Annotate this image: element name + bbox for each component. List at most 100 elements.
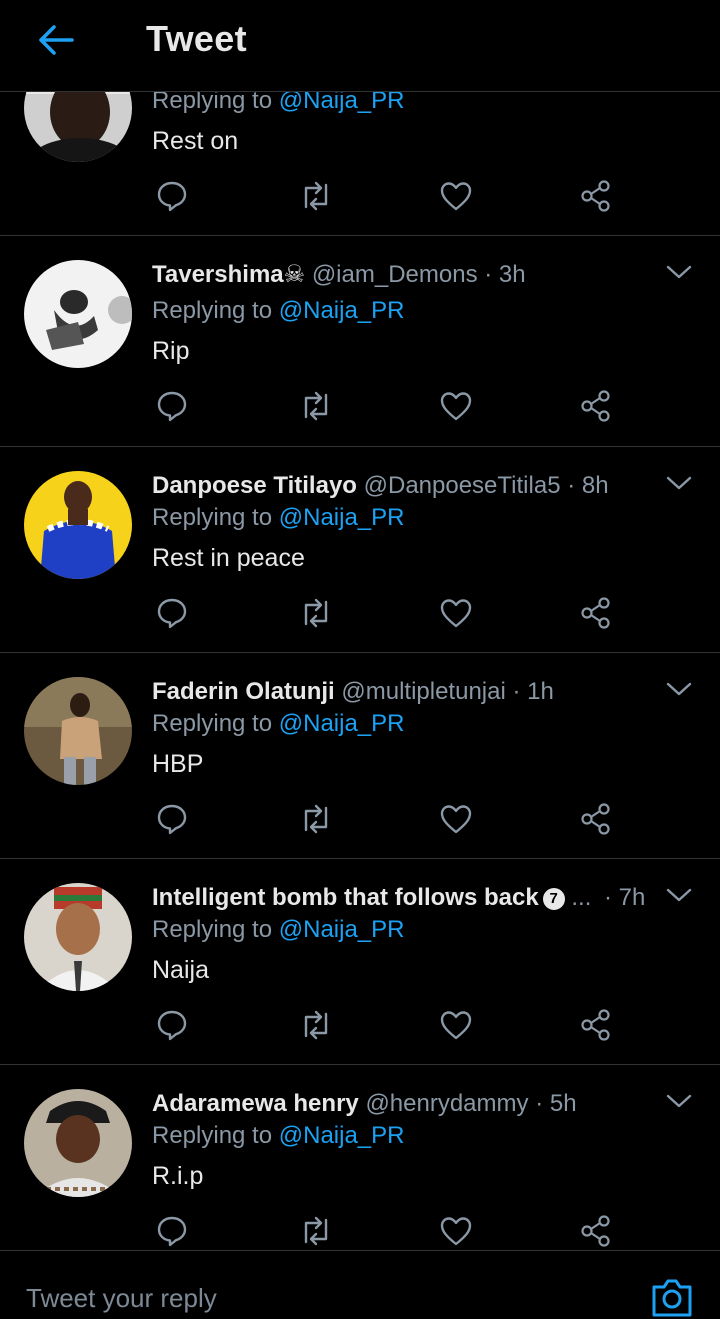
- tweet-meta: Adaramewa henry @henrydammy · 5h: [152, 1089, 660, 1119]
- reply-button[interactable]: [152, 799, 192, 839]
- display-name[interactable]: Faderin Olatunji: [152, 678, 335, 705]
- like-button[interactable]: [436, 386, 476, 426]
- tweet-text: Rest on: [152, 127, 239, 155]
- share-icon: [581, 597, 610, 629]
- mention-link[interactable]: @Naija_PR: [279, 297, 405, 324]
- reply-icon: [157, 598, 187, 629]
- chevron-down-icon[interactable]: [666, 473, 692, 493]
- chevron-down-icon[interactable]: [666, 1091, 692, 1111]
- avatar[interactable]: [24, 883, 132, 991]
- tweet-actions: [152, 799, 620, 839]
- share-button[interactable]: [576, 1211, 616, 1250]
- number-badge: 7: [542, 887, 565, 910]
- share-icon: [581, 390, 610, 422]
- chevron-down-icon[interactable]: [666, 885, 692, 905]
- mention-link[interactable]: @Naija_PR: [279, 504, 405, 531]
- chevron-down-icon[interactable]: [666, 262, 692, 282]
- retweet-icon: [304, 1010, 328, 1040]
- chevron-down-icon[interactable]: [666, 679, 692, 699]
- camera-icon[interactable]: [648, 1277, 696, 1317]
- tweet-actions: [152, 1211, 620, 1250]
- replying-to: Replying to @Naija_PR: [152, 710, 405, 737]
- tweet-item[interactable]: Danpoese Titilayo @DanpoeseTitila5 · 8h …: [0, 447, 720, 653]
- retweet-icon: [304, 598, 328, 628]
- tweet-item[interactable]: Faderin Olatunji @multipletunjai · 1h Re…: [0, 653, 720, 859]
- retweet-button[interactable]: [296, 386, 336, 426]
- timestamp: · 8h: [567, 472, 609, 499]
- top-app-bar: Tweet: [0, 0, 720, 92]
- user-handle: @iam_Demons: [311, 261, 478, 288]
- share-button[interactable]: [576, 799, 616, 839]
- tweet-text: Rip: [152, 337, 190, 365]
- like-button[interactable]: [436, 593, 476, 633]
- tweet-actions: [152, 1005, 620, 1045]
- timestamp: · 3h: [484, 261, 526, 288]
- reply-icon: [157, 391, 187, 422]
- reply-button[interactable]: [152, 1005, 192, 1045]
- share-button[interactable]: [576, 386, 616, 426]
- share-button[interactable]: [576, 1005, 616, 1045]
- reply-icon: [157, 1216, 187, 1247]
- replying-to: Replying to @Naija_PR: [152, 504, 405, 531]
- retweet-icon: [304, 391, 328, 421]
- reply-icon: [157, 1010, 187, 1041]
- tweet-text: R.i.p: [152, 1162, 204, 1190]
- avatar[interactable]: [24, 1089, 132, 1197]
- retweet-icon: [304, 1216, 328, 1246]
- reply-composer: [0, 1250, 720, 1319]
- share-icon: [581, 180, 610, 212]
- back-button[interactable]: [34, 20, 78, 60]
- reply-button[interactable]: [152, 386, 192, 426]
- mention-link[interactable]: @Naija_PR: [279, 916, 405, 943]
- display-name[interactable]: Intelligent bomb that follows back: [152, 884, 539, 911]
- reply-feed: Replying to @Naija_PR Rest on Tavershima…: [0, 0, 720, 1250]
- reply-button[interactable]: [152, 1211, 192, 1250]
- share-icon: [581, 1215, 610, 1247]
- retweet-button[interactable]: [296, 799, 336, 839]
- tweet-item[interactable]: Adaramewa henry @henrydammy · 5h Replyin…: [0, 1065, 720, 1250]
- avatar[interactable]: [24, 260, 132, 368]
- tweet-meta: Intelligent bomb that follows back 7 ...: [152, 883, 620, 913]
- like-button[interactable]: [436, 1211, 476, 1250]
- heart-icon: [440, 392, 472, 421]
- reply-button[interactable]: [152, 176, 192, 216]
- heart-icon: [440, 805, 472, 834]
- reply-input[interactable]: [24, 1277, 588, 1319]
- arrow-left-icon: [39, 25, 74, 55]
- display-name[interactable]: Adaramewa henry: [152, 1090, 359, 1117]
- page-title: Tweet: [146, 18, 247, 59]
- tweet-item[interactable]: Tavershima☠ @iam_Demons · 3h Replying to…: [0, 236, 720, 447]
- share-button[interactable]: [576, 593, 616, 633]
- reply-icon: [157, 181, 187, 212]
- retweet-button[interactable]: [296, 176, 336, 216]
- replying-to: Replying to @Naija_PR: [152, 1122, 405, 1149]
- tweet-text: Rest in peace: [152, 544, 305, 572]
- user-handle: @henrydammy: [365, 1090, 529, 1117]
- avatar[interactable]: [24, 677, 132, 785]
- mention-link[interactable]: @Naija_PR: [279, 710, 405, 737]
- reply-button[interactable]: [152, 593, 192, 633]
- retweet-button[interactable]: [296, 1005, 336, 1045]
- like-button[interactable]: [436, 176, 476, 216]
- share-button[interactable]: [576, 176, 616, 216]
- display-name[interactable]: Tavershima: [152, 261, 284, 288]
- like-button[interactable]: [436, 1005, 476, 1045]
- tweet-item[interactable]: Intelligent bomb that follows back 7 ... …: [0, 859, 720, 1065]
- timestamp: · 7h: [604, 884, 646, 911]
- tweet-meta: Faderin Olatunji @multipletunjai · 1h: [152, 677, 660, 707]
- share-icon: [581, 1009, 610, 1041]
- tweet-text: Naija: [152, 956, 209, 984]
- like-button[interactable]: [436, 799, 476, 839]
- skull-emoji: ☠: [283, 261, 306, 288]
- avatar[interactable]: [24, 471, 132, 579]
- tweet-meta: Tavershima☠ @iam_Demons · 3h: [152, 260, 660, 290]
- retweet-button[interactable]: [296, 593, 336, 633]
- reply-icon: [157, 804, 187, 835]
- retweet-button[interactable]: [296, 1211, 336, 1250]
- heart-icon: [440, 599, 472, 628]
- retweet-icon: [304, 804, 328, 834]
- display-name[interactable]: Danpoese Titilayo: [152, 472, 357, 499]
- timestamp: · 1h: [512, 678, 554, 705]
- user-handle: @DanpoeseTitila5: [363, 472, 561, 499]
- mention-link[interactable]: @Naija_PR: [279, 1122, 405, 1149]
